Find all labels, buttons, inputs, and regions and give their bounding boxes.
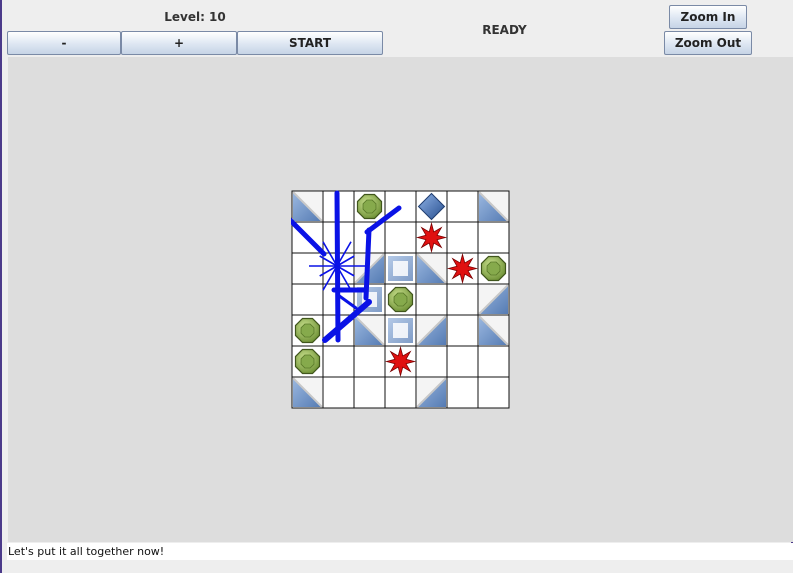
app-window: Level: 10 - + START READY Zoom In Zoom O… (0, 0, 793, 573)
board-cell[interactable] (446, 314, 479, 347)
board-cell[interactable] (446, 345, 479, 378)
mirror-piece[interactable] (388, 256, 413, 281)
mirror-piece[interactable] (292, 191, 323, 222)
board-cell[interactable] (477, 376, 510, 409)
mirror-piece[interactable] (416, 377, 447, 408)
window-bottom (2, 560, 793, 573)
green-gem-icon[interactable] (356, 193, 383, 220)
board-cell[interactable] (322, 345, 355, 378)
board-cell[interactable] (384, 221, 417, 254)
board-cell[interactable] (384, 376, 417, 409)
green-gem-icon[interactable] (294, 317, 321, 344)
mirror-piece[interactable] (416, 315, 447, 346)
status-text: READY (482, 23, 527, 37)
mirror-piece[interactable] (416, 253, 447, 284)
board-cell[interactable] (446, 283, 479, 316)
board-cell[interactable] (353, 345, 386, 378)
zoom-in-button[interactable]: Zoom In (669, 5, 747, 29)
status-message: Let's put it all together now! (7, 543, 793, 560)
level-down-button[interactable]: - (7, 31, 121, 55)
board-cell[interactable] (415, 345, 448, 378)
mirror-piece[interactable] (478, 191, 509, 222)
start-button[interactable]: START (237, 31, 383, 55)
level-up-button[interactable]: + (121, 31, 237, 55)
puzzle-board[interactable] (291, 190, 510, 409)
board-cell[interactable] (477, 345, 510, 378)
green-gem-icon[interactable] (387, 286, 414, 313)
board-cell[interactable] (446, 376, 479, 409)
board-cell[interactable] (291, 252, 324, 285)
mirror-piece[interactable] (354, 315, 385, 346)
red-star-icon[interactable] (415, 221, 448, 254)
mirror-piece[interactable] (478, 284, 509, 315)
level-label: Level: 10 (164, 10, 226, 24)
board-cell[interactable] (446, 190, 479, 223)
board-cell[interactable] (415, 283, 448, 316)
red-star-icon[interactable] (446, 252, 479, 285)
board-cell[interactable] (353, 376, 386, 409)
mirror-piece[interactable] (388, 318, 413, 343)
mirror-piece[interactable] (478, 315, 509, 346)
green-gem-icon[interactable] (480, 255, 507, 282)
board-cell[interactable] (477, 221, 510, 254)
mirror-piece[interactable] (292, 377, 323, 408)
red-star-icon[interactable] (384, 345, 417, 378)
zoom-out-button[interactable]: Zoom Out (664, 31, 752, 55)
toolbar: Level: 10 - + START READY Zoom In Zoom O… (2, 0, 793, 57)
green-gem-icon[interactable] (294, 348, 321, 375)
board-cell[interactable] (446, 221, 479, 254)
board-cell[interactable] (322, 376, 355, 409)
board-cell[interactable] (291, 283, 324, 316)
